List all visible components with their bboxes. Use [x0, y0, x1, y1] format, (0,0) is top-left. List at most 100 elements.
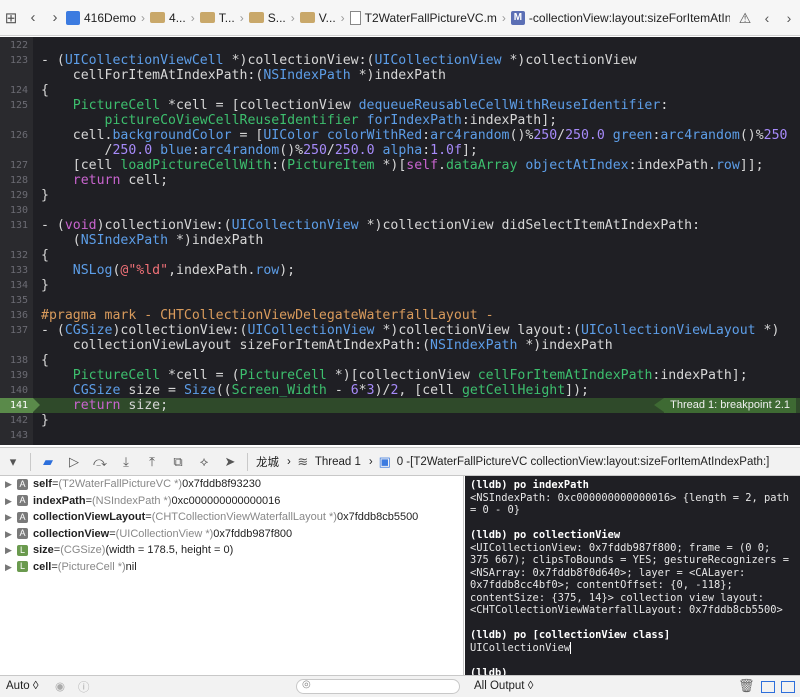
code-line[interactable]: 143	[0, 428, 800, 443]
code-line[interactable]: cellForItemAtIndexPath:(NSIndexPath *)in…	[0, 68, 800, 83]
console-line: (lldb) po collectionView	[470, 529, 796, 542]
lldb-prompt: (lldb)	[470, 666, 508, 676]
console-line: contentSize: {375, 14}> collection view …	[470, 592, 796, 605]
variable-type: (CHTCollectionViewWaterfallLayout *)	[151, 511, 337, 523]
variable-name: indexPath	[33, 494, 86, 507]
argument-variable-icon: A	[17, 511, 28, 523]
code-text: #pragma mark - CHTCollectionViewDelegate…	[41, 308, 494, 323]
project-icon	[66, 10, 80, 25]
code-line[interactable]: 138 {	[0, 353, 800, 368]
hide-debug-area-icon[interactable]: ▾	[0, 454, 26, 470]
code-line[interactable]: 140 CGSize size = Size((Screen_Width - 6…	[0, 383, 800, 398]
code-line[interactable]: pictureCoViewCellReuseIdentifier forInde…	[0, 113, 800, 128]
console-output	[470, 617, 476, 629]
code-line[interactable]: 132 {	[0, 248, 800, 263]
variable-row[interactable]: ▶ AcollectionViewLayout = (CHTCollectionV…	[0, 509, 463, 526]
breadcrumb-label: 4...	[169, 10, 186, 25]
code-line[interactable]: 136 #pragma mark - CHTCollectionViewDeleg…	[0, 308, 800, 323]
console-output: <UICollectionView: 0x7fddb987f800; frame…	[470, 541, 771, 554]
variable-row[interactable]: ▶ Lcell = (PictureCell *) nil	[0, 559, 463, 576]
variable-row[interactable]: ▶ Aself = (T2WaterFallPictureVC *) 0x7fdd…	[0, 476, 463, 493]
code-line[interactable]: 128 return cell;	[0, 173, 800, 188]
disclosure-triangle-icon[interactable]: ▶	[5, 509, 17, 526]
next-issue-icon[interactable]: ›	[778, 10, 800, 26]
jump-bar: ⊞ ‹ › 416Demo › 4... › T... › S... › V..…	[0, 0, 800, 36]
code-line[interactable]: 127 [cell loadPictureCellWith:(PictureIt…	[0, 158, 800, 173]
code-text: NSLog(@"%ld",indexPath.row);	[72, 263, 296, 278]
info-icon[interactable]: ⓘ	[78, 679, 90, 695]
breadcrumb-group-1[interactable]: 4...	[150, 11, 186, 25]
variable-row[interactable]: ▶ Lsize = (CGSize) (width = 178.5, height…	[0, 542, 463, 559]
disclosure-triangle-icon[interactable]: ▶	[5, 476, 17, 493]
code-line[interactable]: 124 {	[0, 83, 800, 98]
code-line[interactable]: 131 - (void)collectionView:(UICollectionV…	[0, 218, 800, 233]
code-line[interactable]: 122	[0, 38, 800, 53]
eye-icon[interactable]: ◉	[55, 679, 65, 693]
disclosure-triangle-icon[interactable]: ▶	[5, 493, 17, 510]
stack-frame-selector[interactable]: 0 -[T2WaterFallPictureVC collectionView:…	[397, 456, 770, 468]
process-selector[interactable]: 龙城	[256, 454, 279, 470]
code-line[interactable]: 142}	[0, 413, 800, 428]
code-line[interactable]: 129}	[0, 188, 800, 203]
show-console-pane-icon[interactable]	[781, 681, 795, 693]
code-line[interactable]: 126 cell.backgroundColor = [UIColor colo…	[0, 128, 800, 143]
debug-console[interactable]: (lldb) po indexPath <NSIndexPath: 0xc0000…	[465, 476, 800, 675]
code-line[interactable]: 137 - (CGSize)collectionView:(UICollectio…	[0, 323, 800, 338]
breadcrumb-file[interactable]: T2WaterFallPictureVC.m	[349, 10, 497, 25]
code-line[interactable]: /250.0 blue:arc4random()%250/250.0 alpha…	[0, 143, 800, 158]
code-line[interactable]: 139 PictureCell *cell = (PictureCell *)[…	[0, 368, 800, 383]
disclosure-triangle-icon[interactable]: ▶	[5, 526, 17, 543]
clear-console-icon[interactable]: 🗑	[738, 678, 755, 694]
line-number: 124	[9, 85, 28, 96]
disclosure-triangle-icon[interactable]: ▶	[5, 542, 17, 559]
breadcrumb-group-3[interactable]: S...	[248, 11, 286, 25]
breadcrumb-group-4[interactable]: V...	[299, 11, 336, 25]
step-over-icon[interactable]: ⤼	[87, 454, 113, 470]
breakpoints-toggle-icon[interactable]: ▰	[35, 454, 61, 470]
console-line: UICollectionView	[470, 641, 796, 655]
related-items-icon[interactable]: ⊞	[0, 9, 22, 27]
breadcrumb-group-2[interactable]: T...	[199, 11, 235, 25]
breadcrumb-separator: ›	[290, 10, 295, 25]
console-output-selector[interactable]: All Output ◊	[474, 680, 533, 692]
continue-icon[interactable]: ▷	[61, 454, 87, 470]
code-line[interactable]: 133 NSLog(@"%ld",indexPath.row);	[0, 263, 800, 278]
code-text: return size;	[72, 398, 169, 413]
argument-variable-icon: A	[17, 495, 28, 507]
code-line[interactable]: collectionViewLayout sizeForItemAtIndexP…	[0, 338, 800, 353]
code-line[interactable]: 123 - (UICollectionViewCell *)collectionV…	[0, 53, 800, 68]
step-into-icon[interactable]: ⤓	[113, 454, 139, 470]
variable-row[interactable]: ▶ AindexPath = (NSIndexPath *) 0xc0000000…	[0, 493, 463, 510]
code-line[interactable]: 130	[0, 203, 800, 218]
memory-graph-icon[interactable]: ⟡	[191, 454, 217, 470]
code-line[interactable]: 134}	[0, 278, 800, 293]
location-icon[interactable]: ➤	[217, 454, 243, 470]
back-arrow-icon[interactable]: ‹	[22, 9, 44, 26]
variable-type: (CGSize)	[60, 544, 106, 556]
thread-selector[interactable]: Thread 1	[315, 456, 361, 468]
code-line[interactable]: 125 PictureCell *cell = [collectionView …	[0, 98, 800, 113]
source-editor[interactable]: 122 123 - (UICollectionViewCell *)collecti…	[0, 37, 800, 445]
folder-icon	[150, 12, 166, 23]
line-number: 136	[9, 310, 28, 321]
disclosure-triangle-icon[interactable]: ▶	[5, 559, 17, 576]
code-line[interactable]: (NSIndexPath *)indexPath	[0, 233, 800, 248]
folder-icon	[299, 12, 315, 23]
variable-row[interactable]: ▶ AcollectionView = (UICollectionView *) …	[0, 526, 463, 543]
view-debugger-icon[interactable]: ⧉	[165, 454, 191, 470]
forward-arrow-icon[interactable]: ›	[44, 9, 66, 26]
line-number: 126	[9, 130, 28, 141]
breadcrumb-separator: ›	[239, 10, 244, 25]
variables-filter-field[interactable]: ◎	[296, 679, 460, 694]
warning-icon[interactable]: ⚠	[734, 10, 756, 27]
show-variables-pane-icon[interactable]	[761, 681, 775, 693]
breadcrumb-project[interactable]: 416Demo	[66, 10, 136, 25]
current-line[interactable]: 141 return size; Thread 1: breakpoint 2.1	[0, 398, 800, 413]
step-out-icon[interactable]: ⤒	[139, 454, 165, 470]
line-number: 129	[9, 190, 28, 201]
previous-issue-icon[interactable]: ‹	[756, 10, 778, 26]
code-line[interactable]: 135	[0, 293, 800, 308]
code-text: {	[41, 353, 49, 368]
breadcrumb-separator: ›	[501, 10, 506, 25]
variables-scope-selector[interactable]: Auto ◊	[6, 680, 39, 692]
